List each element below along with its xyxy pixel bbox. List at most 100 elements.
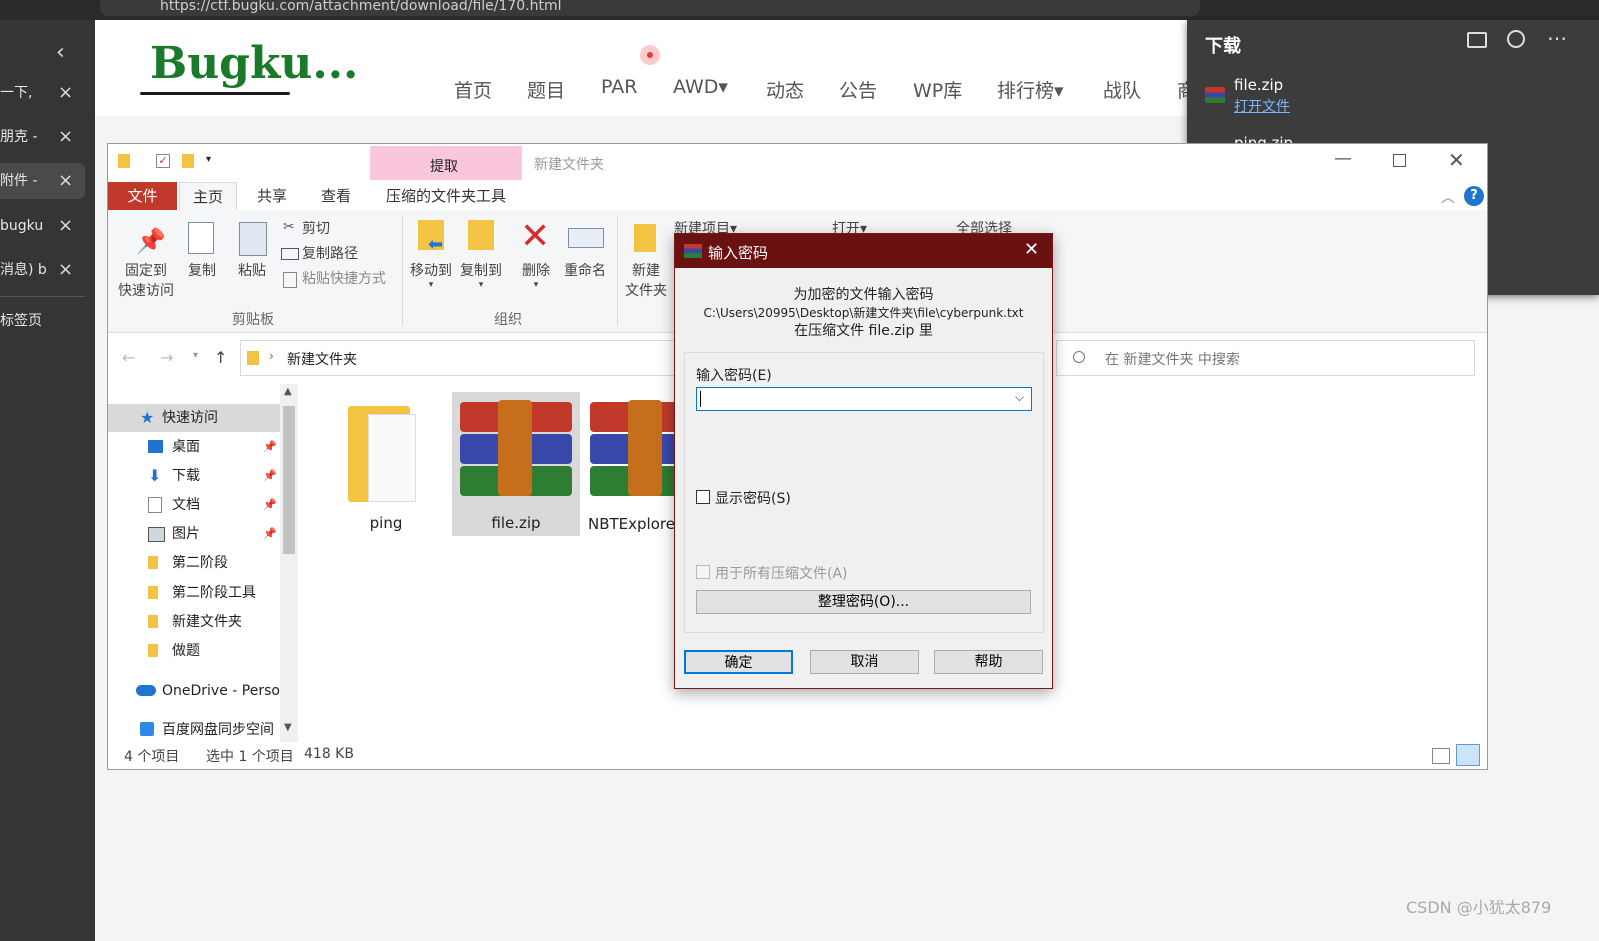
nav-teams[interactable]: 战队 [1103,76,1141,103]
close-dialog-button[interactable]: ✕ [1024,239,1039,260]
tab-share[interactable]: 共享 [243,182,301,210]
document-icon [148,497,162,513]
close-window-button[interactable]: ✕ [1448,148,1465,172]
browser-tab[interactable]: 朋克 - × [0,119,85,155]
maximize-button[interactable] [1393,154,1406,167]
rename-button[interactable]: 重命名 [560,261,610,281]
customize-toolbar-icon[interactable]: ▾ [206,154,211,165]
nav-onedrive[interactable]: OneDrive - Perso [108,677,280,705]
nav-documents[interactable]: 文档 📌 [108,491,280,519]
pin-label: 快速访问 [118,283,174,299]
breadcrumb[interactable]: 新建文件夹 [287,349,357,369]
nav-label: 第二阶段 [172,555,228,571]
file-item-nbtexplorer[interactable]: NBTExplore zip [582,392,674,536]
folder-icon [148,644,158,657]
browser-tab[interactable]: 一下, × [0,75,85,111]
nav-ranking[interactable]: 排行榜▾ [997,76,1064,103]
use-for-all-checkbox[interactable] [696,565,710,579]
nav-par[interactable]: PAR [601,76,637,98]
close-tab-icon[interactable]: × [58,208,73,244]
nav-downloads[interactable]: ⬇ 下载 📌 [108,462,280,490]
open-folder-icon[interactable] [1467,32,1487,48]
search-box[interactable]: 在 新建文件夹 中搜索 [1056,340,1475,376]
tab-compressed-tools[interactable]: 压缩的文件夹工具 [370,182,522,210]
ok-button[interactable]: 确定 [684,650,793,674]
copy-button[interactable]: 复制 [180,261,224,281]
forward-button[interactable]: → [160,348,173,367]
nav-awd[interactable]: AWD▾ [673,76,728,98]
tab-label: bugku [0,218,44,234]
more-icon[interactable]: ⋯ [1547,26,1567,50]
close-tab-icon[interactable]: × [58,119,73,155]
nav-label: 第二阶段工具 [172,585,256,601]
new-folder-quick-icon[interactable] [182,154,194,168]
browser-tab[interactable]: bugku × [0,208,85,244]
open-file-link[interactable]: 打开文件 [1234,96,1290,116]
paste-shortcut-button[interactable]: 粘贴快捷方式 [302,269,386,289]
organize-passwords-button[interactable]: 整理密码(O)... [696,590,1031,614]
scrollbar-thumb[interactable] [283,406,295,554]
nav-label: 快速访问 [162,410,218,426]
nav-announcements[interactable]: 公告 [839,76,877,103]
move-to-button[interactable]: 移动到 ▾ [406,261,456,290]
folder-icon [118,154,130,168]
copy-to-button[interactable]: 复制到 ▾ [456,261,506,290]
paste-button[interactable]: 粘贴 [230,261,274,281]
scroll-down-icon[interactable]: ▼ [284,722,292,733]
close-tab-icon[interactable]: × [58,252,73,288]
help-button[interactable]: 帮助 [934,650,1043,674]
nav-folder[interactable]: 做题 [108,637,280,665]
nav-folder[interactable]: 新建文件夹 [108,608,280,636]
pin-icon: 📌 [263,498,277,511]
tab-view[interactable]: 查看 [307,182,365,210]
file-item-file-zip[interactable]: file.zip [452,392,580,536]
delete-button[interactable]: 删除 ▾ [514,261,558,290]
tab-home[interactable]: 主页 [179,182,237,210]
properties-icon[interactable]: ✓ [156,154,170,168]
minimize-button[interactable]: — [1334,148,1352,169]
file-item-ping[interactable]: ping [322,392,450,536]
collapse-sidebar-icon[interactable]: ‹ [56,40,65,65]
password-input[interactable]: ⌵ [696,387,1032,411]
back-button[interactable]: ← [122,348,135,367]
nav-news[interactable]: 动态 [766,76,804,103]
pin-quick-access-button[interactable]: 固定到 快速访问 [116,261,176,301]
new-folder-button[interactable]: 新建 文件夹 [621,261,671,301]
extract-tab-label[interactable]: 提取 [430,156,458,176]
address-bar[interactable]: https://ctf.bugku.com/attachment/downloa… [100,0,1200,16]
new-tab-button[interactable]: 标签页 [0,303,85,339]
show-password-checkbox[interactable] [696,490,710,504]
nav-home[interactable]: 首页 [454,76,492,103]
browser-tab[interactable]: 消息) b × [0,252,85,288]
button-label: 取消 [850,654,879,670]
collapse-ribbon-icon[interactable]: ︿ [1441,187,1455,207]
copy-path-button[interactable]: 复制路径 [302,244,358,264]
scroll-up-icon[interactable]: ▲ [284,386,292,397]
search-icon[interactable] [1507,30,1525,48]
nav-challenges[interactable]: 题目 [527,76,565,103]
large-icons-view-icon[interactable] [1456,744,1480,766]
cancel-button[interactable]: 取消 [810,650,919,674]
recent-locations-button[interactable]: ▾ [193,350,198,361]
details-view-icon[interactable] [1432,748,1450,764]
show-password-label: 显示密码(S) [715,491,791,507]
site-logo[interactable]: Bugku... [150,38,358,89]
chevron-down-icon[interactable]: ⌵ [1015,390,1024,405]
close-tab-icon[interactable]: × [58,163,73,199]
cut-button[interactable]: 剪切 [302,219,330,239]
nav-pictures[interactable]: 图片 📌 [108,520,280,548]
up-button[interactable]: ↑ [214,348,227,367]
tab-file[interactable]: 文件 [108,182,177,210]
nav-quick-access[interactable]: ★ 快速访问 [108,404,280,432]
address-box[interactable]: › 新建文件夹 [240,340,677,376]
nav-wp[interactable]: WP库 [913,76,962,103]
nav-folder[interactable]: 第二阶段工具 [108,579,280,607]
close-tab-icon[interactable]: × [58,75,73,111]
help-icon[interactable]: ? [1464,186,1484,206]
browser-tab-active[interactable]: 附件 - × [0,163,85,199]
nav-folder[interactable]: 第二阶段 [108,549,280,577]
nav-desktop[interactable]: 桌面 📌 [108,433,280,461]
nav-scrollbar[interactable]: ▲ ▼ [280,384,298,742]
file-name: file.zip [491,514,541,532]
nav-baidu[interactable]: 百度网盘同步空间 [108,716,280,742]
